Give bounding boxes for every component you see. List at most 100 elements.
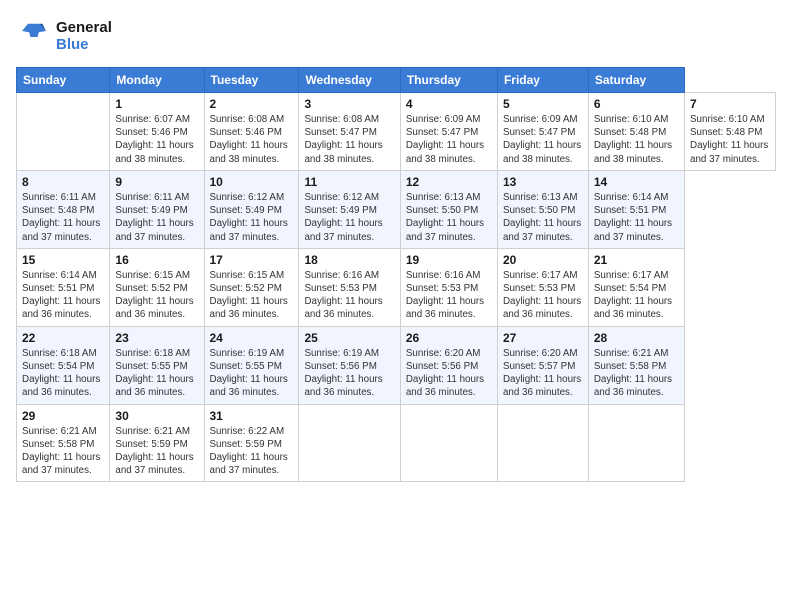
calendar-cell: 20 Sunrise: 6:17 AM Sunset: 5:53 PM Dayli…: [497, 248, 588, 326]
calendar-cell: 30 Sunrise: 6:21 AM Sunset: 5:59 PM Dayli…: [110, 404, 204, 482]
day-info: Sunrise: 6:08 AM Sunset: 5:46 PM Dayligh…: [210, 113, 294, 166]
calendar-header-row: SundayMondayTuesdayWednesdayThursdayFrid…: [17, 68, 776, 93]
calendar-cell: 17Sunrise: 6:15 AM Sunset: 5:52 PM Dayli…: [204, 248, 299, 326]
calendar-cell: 14 Sunrise: 6:14 AM Sunset: 5:51 PM Dayli…: [588, 170, 684, 248]
day-info: Sunrise: 6:21 AM Sunset: 5:58 PM Dayligh…: [594, 347, 679, 400]
calendar-cell: [17, 93, 110, 171]
calendar-cell: 4 Sunrise: 6:09 AM Sunset: 5:47 PM Daylig…: [400, 93, 497, 171]
day-info: Sunrise: 6:08 AM Sunset: 5:47 PM Dayligh…: [304, 113, 394, 166]
day-number: 12: [406, 175, 492, 189]
day-info: Sunrise: 6:13 AM Sunset: 5:50 PM Dayligh…: [406, 191, 492, 244]
calendar-cell: 6 Sunrise: 6:10 AM Sunset: 5:48 PM Daylig…: [588, 93, 684, 171]
day-info: Sunrise: 6:20 AM Sunset: 5:56 PM Dayligh…: [406, 347, 492, 400]
calendar-header-thursday: Thursday: [400, 68, 497, 93]
calendar-week-row: 1 Sunrise: 6:07 AM Sunset: 5:46 PM Daylig…: [17, 93, 776, 171]
day-number: 1: [115, 97, 198, 111]
day-number: 30: [115, 409, 198, 423]
day-info: Sunrise: 6:21 AM Sunset: 5:59 PM Dayligh…: [115, 425, 198, 478]
calendar-cell: 11 Sunrise: 6:12 AM Sunset: 5:49 PM Dayli…: [299, 170, 400, 248]
calendar-cell: [400, 404, 497, 482]
calendar-header-tuesday: Tuesday: [204, 68, 299, 93]
calendar-cell: 13 Sunrise: 6:13 AM Sunset: 5:50 PM Dayli…: [497, 170, 588, 248]
day-info: Sunrise: 6:15 AM Sunset: 5:52 PM Dayligh…: [210, 269, 294, 322]
calendar-table: SundayMondayTuesdayWednesdayThursdayFrid…: [16, 67, 776, 482]
day-info: Sunrise: 6:14 AM Sunset: 5:51 PM Dayligh…: [22, 269, 104, 322]
calendar-week-row: 29Sunrise: 6:21 AM Sunset: 5:58 PM Dayli…: [17, 404, 776, 482]
calendar-cell: 7Sunrise: 6:10 AM Sunset: 5:48 PM Daylig…: [685, 93, 776, 171]
calendar-week-row: 8Sunrise: 6:11 AM Sunset: 5:48 PM Daylig…: [17, 170, 776, 248]
day-info: Sunrise: 6:12 AM Sunset: 5:49 PM Dayligh…: [210, 191, 294, 244]
calendar-cell: 15 Sunrise: 6:14 AM Sunset: 5:51 PM Dayli…: [17, 248, 110, 326]
day-info: Sunrise: 6:16 AM Sunset: 5:53 PM Dayligh…: [304, 269, 394, 322]
calendar-header-saturday: Saturday: [588, 68, 684, 93]
day-number: 14: [594, 175, 679, 189]
day-info: Sunrise: 6:12 AM Sunset: 5:49 PM Dayligh…: [304, 191, 394, 244]
calendar-cell: 2 Sunrise: 6:08 AM Sunset: 5:46 PM Daylig…: [204, 93, 299, 171]
calendar-cell: 27Sunrise: 6:20 AM Sunset: 5:57 PM Dayli…: [497, 326, 588, 404]
day-info: Sunrise: 6:11 AM Sunset: 5:49 PM Dayligh…: [115, 191, 198, 244]
calendar-header-wednesday: Wednesday: [299, 68, 400, 93]
day-number: 4: [406, 97, 492, 111]
calendar-cell: 24 Sunrise: 6:19 AM Sunset: 5:55 PM Dayli…: [204, 326, 299, 404]
calendar-cell: 8Sunrise: 6:11 AM Sunset: 5:48 PM Daylig…: [17, 170, 110, 248]
day-number: 24: [210, 331, 294, 345]
day-number: 16: [115, 253, 198, 267]
calendar-header-sunday: Sunday: [17, 68, 110, 93]
day-info: Sunrise: 6:14 AM Sunset: 5:51 PM Dayligh…: [594, 191, 679, 244]
day-info: Sunrise: 6:22 AM Sunset: 5:59 PM Dayligh…: [210, 425, 294, 478]
day-info: Sunrise: 6:09 AM Sunset: 5:47 PM Dayligh…: [406, 113, 492, 166]
day-info: Sunrise: 6:15 AM Sunset: 5:52 PM Dayligh…: [115, 269, 198, 322]
calendar-cell: 3 Sunrise: 6:08 AM Sunset: 5:47 PM Daylig…: [299, 93, 400, 171]
logo-graphic: General Blue: [16, 16, 112, 57]
day-number: 8: [22, 175, 104, 189]
day-number: 13: [503, 175, 583, 189]
calendar-cell: 10 Sunrise: 6:12 AM Sunset: 5:49 PM Dayli…: [204, 170, 299, 248]
day-info: Sunrise: 6:10 AM Sunset: 5:48 PM Dayligh…: [690, 113, 770, 166]
day-info: Sunrise: 6:18 AM Sunset: 5:55 PM Dayligh…: [115, 347, 198, 400]
day-number: 21: [594, 253, 679, 267]
calendar-cell: 1 Sunrise: 6:07 AM Sunset: 5:46 PM Daylig…: [110, 93, 204, 171]
day-number: 2: [210, 97, 294, 111]
day-info: Sunrise: 6:17 AM Sunset: 5:53 PM Dayligh…: [503, 269, 583, 322]
day-number: 11: [304, 175, 394, 189]
day-number: 5: [503, 97, 583, 111]
day-number: 3: [304, 97, 394, 111]
day-number: 20: [503, 253, 583, 267]
logo-text-line1: General: [56, 20, 112, 37]
calendar-week-row: 15 Sunrise: 6:14 AM Sunset: 5:51 PM Dayli…: [17, 248, 776, 326]
day-number: 31: [210, 409, 294, 423]
day-number: 25: [304, 331, 394, 345]
day-info: Sunrise: 6:07 AM Sunset: 5:46 PM Dayligh…: [115, 113, 198, 166]
day-info: Sunrise: 6:20 AM Sunset: 5:57 PM Dayligh…: [503, 347, 583, 400]
day-info: Sunrise: 6:09 AM Sunset: 5:47 PM Dayligh…: [503, 113, 583, 166]
day-number: 22: [22, 331, 104, 345]
day-info: Sunrise: 6:10 AM Sunset: 5:48 PM Dayligh…: [594, 113, 679, 166]
calendar-cell: 26 Sunrise: 6:20 AM Sunset: 5:56 PM Dayli…: [400, 326, 497, 404]
calendar-cell: [497, 404, 588, 482]
calendar-week-row: 22 Sunrise: 6:18 AM Sunset: 5:54 PM Dayli…: [17, 326, 776, 404]
calendar-header-monday: Monday: [110, 68, 204, 93]
logo: General Blue: [16, 16, 112, 57]
day-info: Sunrise: 6:13 AM Sunset: 5:50 PM Dayligh…: [503, 191, 583, 244]
day-number: 15: [22, 253, 104, 267]
calendar-cell: 31 Sunrise: 6:22 AM Sunset: 5:59 PM Dayli…: [204, 404, 299, 482]
day-info: Sunrise: 6:18 AM Sunset: 5:54 PM Dayligh…: [22, 347, 104, 400]
day-number: 19: [406, 253, 492, 267]
calendar-cell: 19 Sunrise: 6:16 AM Sunset: 5:53 PM Dayli…: [400, 248, 497, 326]
calendar-cell: 29Sunrise: 6:21 AM Sunset: 5:58 PM Dayli…: [17, 404, 110, 482]
logo-text-line2: Blue: [56, 37, 112, 54]
day-number: 6: [594, 97, 679, 111]
day-number: 23: [115, 331, 198, 345]
calendar-cell: 23 Sunrise: 6:18 AM Sunset: 5:55 PM Dayli…: [110, 326, 204, 404]
calendar-cell: [588, 404, 684, 482]
day-number: 18: [304, 253, 394, 267]
day-info: Sunrise: 6:16 AM Sunset: 5:53 PM Dayligh…: [406, 269, 492, 322]
day-number: 10: [210, 175, 294, 189]
calendar-cell: [299, 404, 400, 482]
day-info: Sunrise: 6:19 AM Sunset: 5:56 PM Dayligh…: [304, 347, 394, 400]
day-number: 9: [115, 175, 198, 189]
day-info: Sunrise: 6:19 AM Sunset: 5:55 PM Dayligh…: [210, 347, 294, 400]
logo-bird-icon: [16, 16, 52, 52]
page: General Blue SundayMondayTuesdayWednesda…: [0, 0, 792, 612]
day-number: 26: [406, 331, 492, 345]
